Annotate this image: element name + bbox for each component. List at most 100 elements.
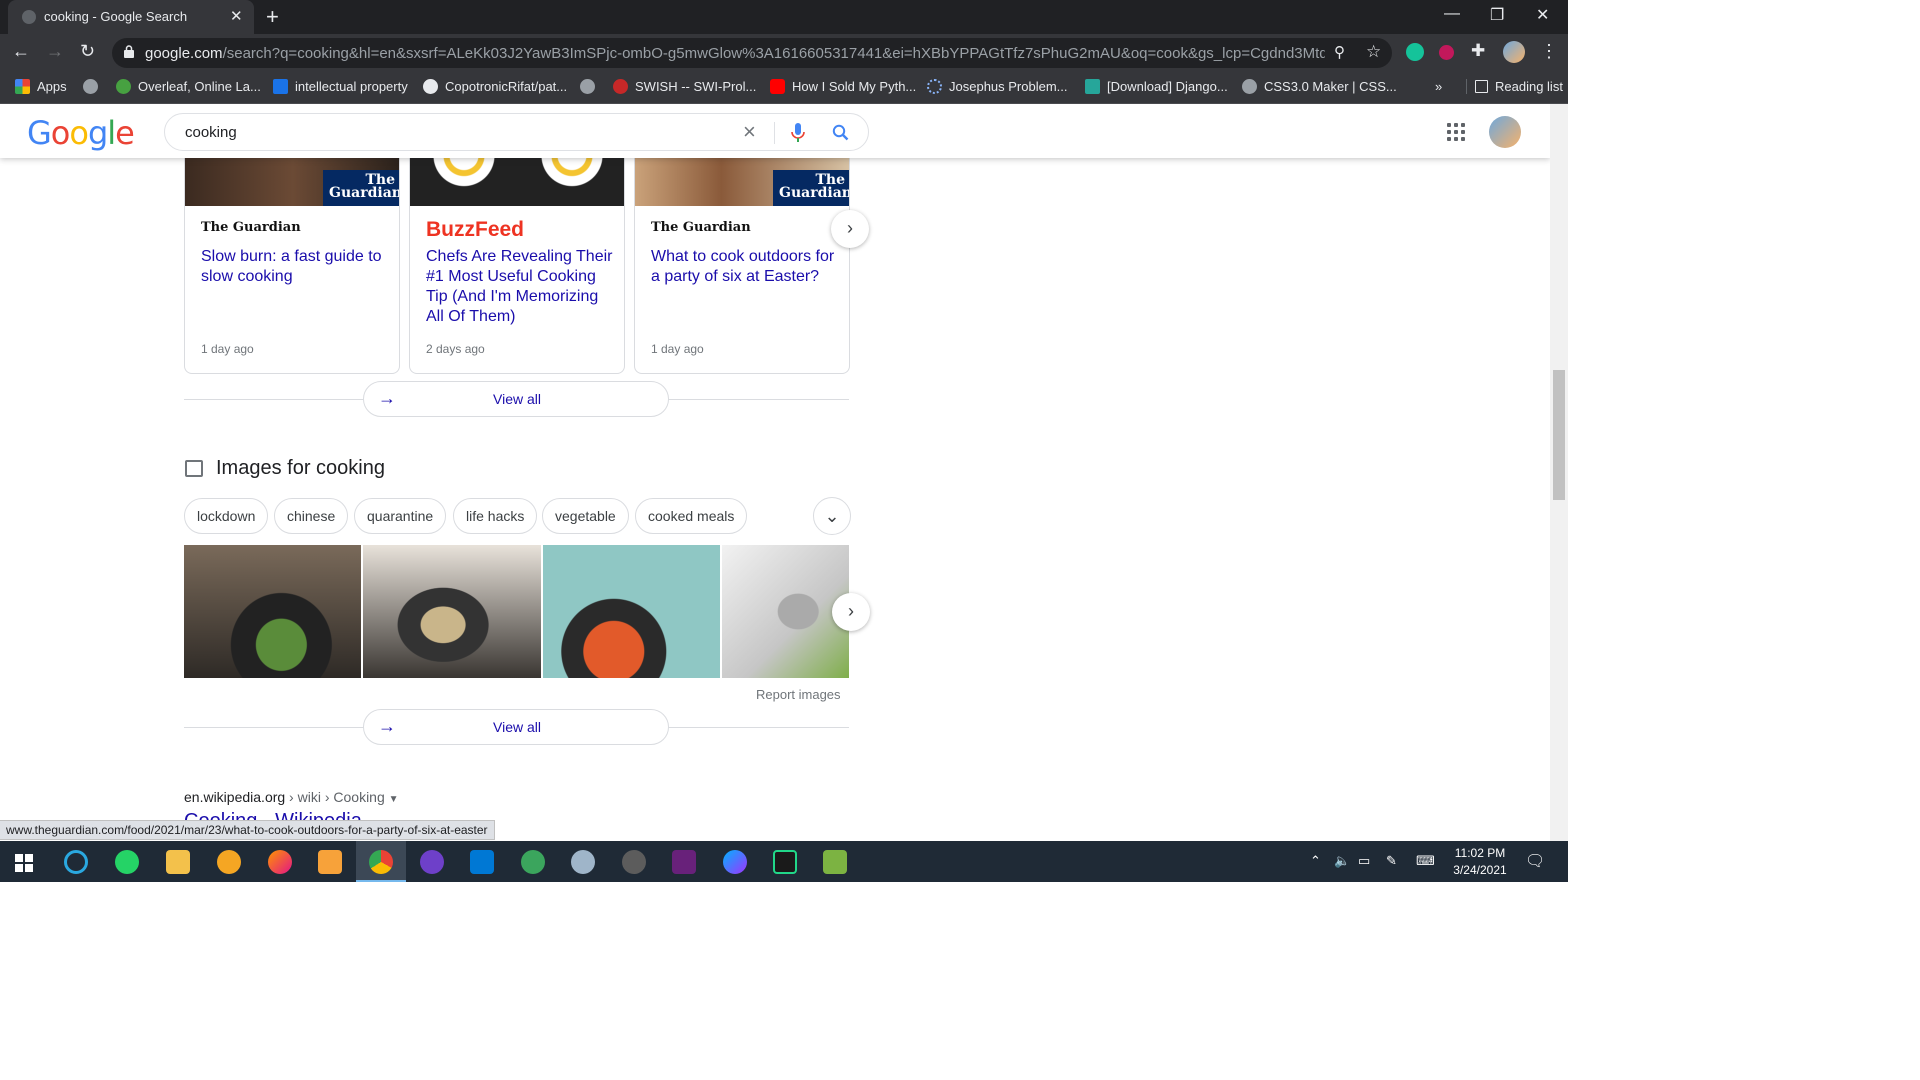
image-chip[interactable]: vegetable xyxy=(542,498,629,534)
news-card[interactable]: The Guardian The Guardian Slow burn: a f… xyxy=(184,134,400,374)
chevron-up-icon[interactable]: ⌃ xyxy=(1310,853,1321,869)
back-icon[interactable]: ← xyxy=(12,41,30,62)
grammarly-extension-icon[interactable] xyxy=(1406,43,1424,61)
bookmark-label: Apps xyxy=(37,79,67,94)
bookmark-globe[interactable] xyxy=(83,79,98,94)
images-view-all-button[interactable]: → View all xyxy=(363,709,669,745)
image-result[interactable] xyxy=(184,545,361,678)
visual-studio-icon[interactable] xyxy=(672,850,696,874)
keyboard-icon[interactable]: ⌨ xyxy=(1416,853,1435,869)
google-apps-icon[interactable] xyxy=(1447,123,1465,141)
publisher-name: The Guardian xyxy=(201,220,301,235)
reading-list-label: Reading list xyxy=(1495,79,1563,94)
notifications-icon[interactable]: 🗨 xyxy=(1525,851,1545,871)
bookmark-ip[interactable]: intellectual property xyxy=(273,79,408,94)
bookmark-josephus[interactable]: Josephus Problem... xyxy=(927,79,1068,94)
vscode-icon[interactable] xyxy=(470,850,494,874)
google-logo[interactable]: Google xyxy=(27,114,135,152)
file-explorer-icon[interactable] xyxy=(166,850,190,874)
bookmark-github[interactable]: CopotronicRifat/pat... xyxy=(423,79,567,94)
images-section-title[interactable]: Images for cooking xyxy=(216,457,385,480)
globe-icon xyxy=(1242,79,1257,94)
expand-chips-button[interactable]: ⌄ xyxy=(813,497,851,535)
app-icon[interactable] xyxy=(217,850,241,874)
image-result[interactable] xyxy=(543,545,720,678)
firefox-icon[interactable] xyxy=(268,850,292,874)
whatsapp-icon[interactable] xyxy=(115,850,139,874)
network-icon[interactable]: ▭ xyxy=(1358,853,1370,869)
news-card[interactable]: BuzzFeed Chefs Are Revealing Their #1 Mo… xyxy=(409,134,625,374)
account-avatar[interactable] xyxy=(1489,116,1521,148)
bookmark-css3maker[interactable]: CSS3.0 Maker | CSS... xyxy=(1242,79,1397,94)
image-chip[interactable]: quarantine xyxy=(354,498,447,534)
reload-icon[interactable]: ↻ xyxy=(80,41,95,62)
caret-down-icon[interactable]: ▼ xyxy=(389,794,399,805)
pen-icon[interactable]: ✎ xyxy=(1386,853,1397,869)
news-next-button[interactable]: › xyxy=(831,210,869,248)
app-icon[interactable] xyxy=(64,850,88,874)
image-chip[interactable]: life hacks xyxy=(453,498,538,534)
taskbar-clock[interactable]: 11:02 PM 3/24/2021 xyxy=(1440,845,1520,879)
browser-tab[interactable]: cooking - Google Search ✕ xyxy=(8,0,254,34)
clear-search-icon[interactable]: × xyxy=(743,119,756,145)
extensions-puzzle-icon[interactable]: ✚ xyxy=(1471,41,1485,61)
bookmark-overleaf[interactable]: Overleaf, Online La... xyxy=(116,79,261,94)
minimize-icon[interactable]: — xyxy=(1444,5,1460,23)
app-icon[interactable] xyxy=(571,850,595,874)
extension-icon[interactable] xyxy=(1439,45,1454,60)
windows-taskbar: ⌃ 🔈 ▭ ✎ ⌨ 11:02 PM 3/24/2021 🗨 xyxy=(0,841,1568,882)
bookmark-globe-2[interactable] xyxy=(580,79,595,94)
browser-toolbar: ← → ↻ google.com/search?q=cooking&hl=en&… xyxy=(0,34,1568,72)
bookmark-swish[interactable]: SWISH -- SWI-Prol... xyxy=(613,79,756,94)
url-text: google.com/search?q=cooking&hl=en&sxsrf=… xyxy=(145,45,1325,62)
location-pin-icon[interactable]: ⚲ xyxy=(1334,43,1345,61)
forward-icon[interactable]: → xyxy=(46,41,64,62)
app-icon[interactable] xyxy=(521,850,545,874)
messenger-icon[interactable] xyxy=(723,850,747,874)
app-icon[interactable] xyxy=(622,850,646,874)
news-title[interactable]: Chefs Are Revealing Their #1 Most Useful… xyxy=(426,247,616,327)
search-input[interactable]: cooking xyxy=(185,124,237,141)
chrome-icon[interactable] xyxy=(369,850,393,874)
guardian-badge: The Guardian xyxy=(773,170,849,206)
report-images-link[interactable]: Report images xyxy=(756,687,841,702)
tab-close-icon[interactable]: ✕ xyxy=(230,7,243,25)
address-bar[interactable]: google.com/search?q=cooking&hl=en&sxsrf=… xyxy=(112,38,1392,68)
bookmark-star-icon[interactable]: ☆ xyxy=(1366,42,1381,62)
app-icon[interactable] xyxy=(318,850,342,874)
image-chip[interactable]: chinese xyxy=(274,498,349,534)
image-chip[interactable]: cooked meals xyxy=(635,498,748,534)
new-tab-icon[interactable]: + xyxy=(266,4,279,30)
search-box[interactable]: cooking × xyxy=(164,113,869,151)
image-chip[interactable]: lockdown xyxy=(184,498,269,534)
news-card[interactable]: The Guardian The Guardian What to cook o… xyxy=(634,134,850,374)
bookmark-label: CSS3.0 Maker | CSS... xyxy=(1264,79,1397,94)
chrome-menu-icon[interactable]: ⋮ xyxy=(1540,41,1558,62)
images-next-button[interactable]: › xyxy=(832,593,870,631)
profile-avatar-icon[interactable] xyxy=(1503,41,1525,63)
bookmark-django[interactable]: [Download] Django... xyxy=(1085,79,1228,94)
app-icon[interactable] xyxy=(823,850,847,874)
news-title[interactable]: What to cook outdoors for a party of six… xyxy=(651,247,841,287)
scrollbar-thumb[interactable] xyxy=(1553,370,1565,500)
microphone-icon[interactable] xyxy=(791,123,805,143)
search-icon[interactable] xyxy=(832,124,849,141)
pycharm-icon[interactable] xyxy=(773,850,797,874)
restore-icon[interactable]: ❐ xyxy=(1490,5,1504,25)
bookmark-apps[interactable]: Apps xyxy=(15,79,67,94)
reading-list-button[interactable]: Reading list xyxy=(1466,79,1563,94)
news-view-all-button[interactable]: → View all xyxy=(363,381,669,417)
result-breadcrumb[interactable]: en.wikipedia.org › wiki › Cooking ▼ xyxy=(184,789,399,805)
image-result[interactable] xyxy=(722,545,849,678)
close-window-icon[interactable]: ✕ xyxy=(1536,5,1549,25)
tab-strip: cooking - Google Search ✕ + — ❐ ✕ xyxy=(0,0,1568,34)
bookmark-youtube[interactable]: How I Sold My Pyth... xyxy=(770,79,916,94)
volume-icon[interactable]: 🔈 xyxy=(1334,853,1350,869)
view-all-label: View all xyxy=(493,719,541,735)
github-desktop-icon[interactable] xyxy=(420,850,444,874)
more-bookmarks-button[interactable]: » xyxy=(1435,79,1442,94)
vertical-scrollbar[interactable] xyxy=(1550,104,1568,841)
windows-start-icon[interactable] xyxy=(15,854,33,872)
image-result[interactable] xyxy=(363,545,541,678)
news-title[interactable]: Slow burn: a fast guide to slow cooking xyxy=(201,247,391,287)
